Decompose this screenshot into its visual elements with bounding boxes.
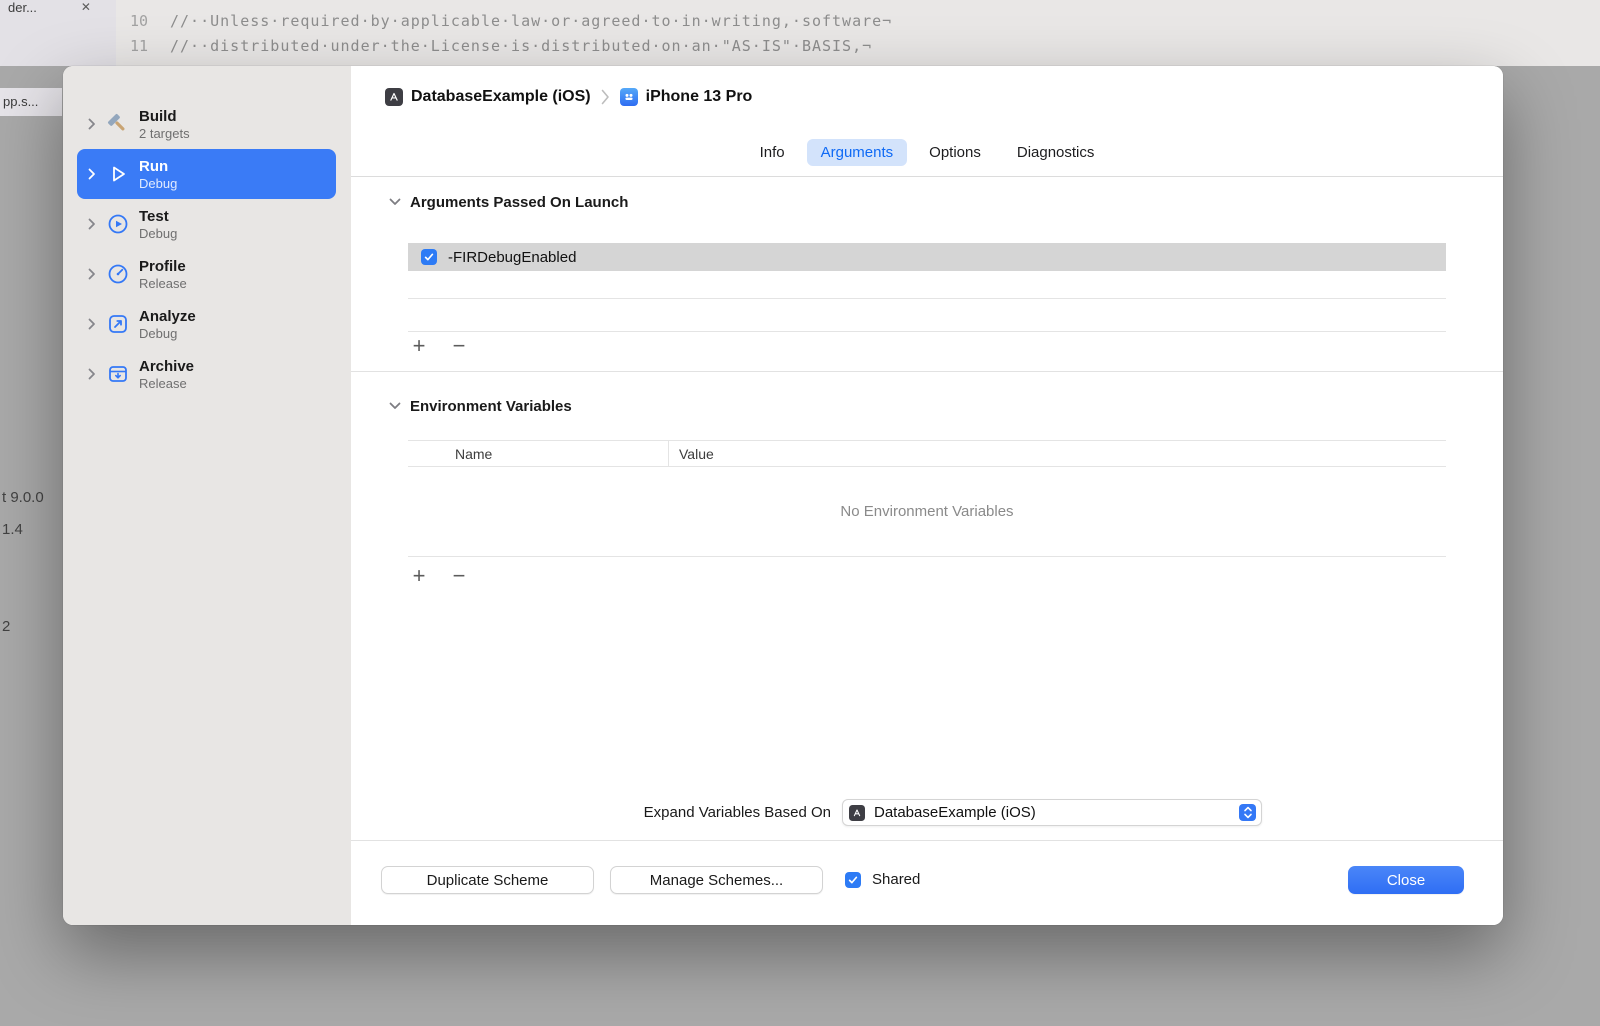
background-editor: der... ✕ 10 //··Unless·required·by·appli…	[0, 0, 1600, 66]
sidebar-item-run[interactable]: Run Debug	[77, 149, 336, 199]
tab-diagnostics[interactable]: Diagnostics	[1003, 139, 1109, 166]
environment-section-header: Environment Variables	[389, 397, 572, 415]
gauge-icon	[105, 261, 131, 287]
chevron-right-icon[interactable]	[88, 268, 100, 280]
add-variable-button[interactable]: +	[408, 564, 430, 588]
code-line: 11 //··distributed·under·the·License·is·…	[0, 37, 1600, 55]
chevron-right-icon[interactable]	[88, 218, 100, 230]
sidebar-item-sublabel: Release	[139, 375, 187, 391]
argument-row-empty	[408, 299, 1446, 332]
analyze-icon	[105, 311, 131, 337]
scheme-name[interactable]: DatabaseExample (iOS)	[411, 88, 591, 106]
argument-row-empty	[408, 271, 1446, 299]
hammer-icon	[105, 111, 131, 137]
close-button[interactable]: Close	[1348, 866, 1464, 894]
scheme-editor-dialog: Build 2 targets Run Debug Test Debug Pro…	[63, 66, 1503, 925]
environment-add-remove: + −	[408, 564, 470, 588]
sidebar-item-label: Build	[139, 107, 177, 125]
duplicate-scheme-button[interactable]: Duplicate Scheme	[381, 866, 594, 894]
sidebar-item-label: Analyze	[139, 307, 196, 325]
code-text: //··Unless·required·by·applicable·law·or…	[170, 12, 893, 30]
sidebar-item-label: Test	[139, 207, 169, 225]
test-play-icon	[105, 211, 131, 237]
sidebar-item-label: Archive	[139, 357, 195, 375]
section-title: Arguments Passed On Launch	[410, 193, 629, 211]
section-divider	[351, 371, 1503, 372]
dropdown-stepper-icon[interactable]	[1239, 804, 1256, 821]
arguments-add-remove: + −	[408, 334, 470, 358]
breadcrumb-chevron-icon	[601, 89, 610, 105]
scheme-app-icon	[849, 804, 865, 821]
column-header-name: Name	[455, 445, 493, 462]
remove-argument-button[interactable]: −	[448, 334, 470, 358]
background-text-fragment: 1.4	[2, 521, 23, 538]
sidebar-item-test[interactable]: Test Debug	[77, 199, 336, 249]
chevron-down-icon[interactable]	[389, 193, 401, 211]
destination-app-icon	[619, 88, 638, 106]
environment-variables-table: Name Value No Environment Variables	[408, 440, 1446, 557]
scheme-header: DatabaseExample (iOS) iPhone 13 Pro	[351, 66, 1503, 128]
shared-checkbox-label[interactable]: Shared	[872, 866, 920, 894]
dropdown-selected-value: DatabaseExample (iOS)	[874, 804, 1036, 821]
background-text-fragment: t 9.0.0	[2, 489, 44, 506]
sidebar-item-analyze[interactable]: Analyze Debug	[77, 299, 336, 349]
sidebar-item-sublabel: Release	[139, 275, 187, 291]
sidebar-item-profile[interactable]: Profile Release	[77, 249, 336, 299]
background-tab-fragment: pp.s...	[0, 88, 62, 116]
sidebar-item-sublabel: Debug	[139, 325, 178, 341]
sidebar-item-sublabel: Debug	[139, 225, 178, 241]
line-number: 11	[129, 37, 148, 55]
remove-variable-button[interactable]: −	[448, 564, 470, 588]
add-argument-button[interactable]: +	[408, 334, 430, 358]
empty-state-text: No Environment Variables	[408, 467, 1446, 557]
chevron-right-icon[interactable]	[88, 168, 100, 180]
play-icon	[105, 161, 131, 187]
chevron-right-icon[interactable]	[88, 368, 100, 380]
sidebar-item-sublabel: 2 targets	[139, 125, 190, 141]
destination-name[interactable]: iPhone 13 Pro	[646, 88, 753, 106]
chevron-down-icon[interactable]	[389, 397, 401, 415]
argument-checkbox[interactable]	[421, 249, 437, 265]
scheme-actions-sidebar: Build 2 targets Run Debug Test Debug Pro…	[63, 66, 351, 925]
chevron-right-icon[interactable]	[88, 118, 100, 130]
background-text-fragment: 2	[2, 618, 11, 635]
scheme-tabs: Info Arguments Options Diagnostics	[351, 128, 1503, 177]
tab-options[interactable]: Options	[915, 139, 995, 166]
sidebar-item-label: Profile	[139, 257, 186, 275]
sidebar-item-archive[interactable]: Archive Release	[77, 349, 336, 399]
scheme-app-icon	[385, 88, 403, 106]
shared-checkbox[interactable]	[845, 872, 861, 888]
expand-variables-dropdown[interactable]: DatabaseExample (iOS)	[842, 799, 1262, 826]
manage-schemes-button[interactable]: Manage Schemes...	[610, 866, 823, 894]
column-header-value: Value	[668, 441, 1446, 466]
launch-arguments-table: -FIRDebugEnabled	[408, 243, 1446, 332]
footer-divider	[351, 840, 1503, 841]
sidebar-item-sublabel: Debug	[139, 175, 178, 191]
tab-info[interactable]: Info	[746, 139, 799, 166]
code-text: //··distributed·under·the·License·is·dis…	[170, 37, 873, 55]
sidebar-item-build[interactable]: Build 2 targets	[77, 99, 336, 149]
scheme-editor-main: DatabaseExample (iOS) iPhone 13 Pro Info…	[351, 66, 1503, 925]
argument-label: -FIRDebugEnabled	[448, 248, 577, 266]
tab-arguments[interactable]: Arguments	[806, 138, 908, 166]
argument-row[interactable]: -FIRDebugEnabled	[408, 243, 1446, 271]
expand-variables-label: Expand Variables Based On	[643, 804, 831, 821]
section-title: Environment Variables	[410, 397, 572, 415]
arguments-section-header: Arguments Passed On Launch	[389, 193, 628, 211]
table-header: Name Value	[408, 440, 1446, 467]
chevron-right-icon[interactable]	[88, 318, 100, 330]
sidebar-item-label: Run	[139, 157, 169, 175]
archive-box-icon	[105, 361, 131, 387]
expand-variables-row: Expand Variables Based On DatabaseExampl…	[351, 799, 1503, 827]
line-number: 10	[129, 12, 148, 30]
code-line: 10 //··Unless·required·by·applicable·law…	[0, 12, 1600, 30]
